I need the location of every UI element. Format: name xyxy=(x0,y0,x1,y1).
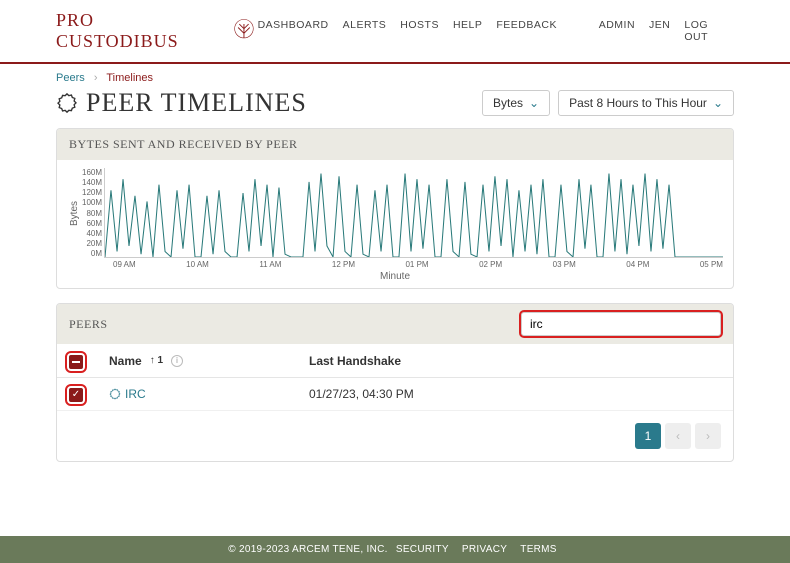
nav-feedback[interactable]: FEEDBACK xyxy=(496,19,557,43)
brand-logo[interactable]: PRO CUSTODIBUS xyxy=(56,10,258,52)
chevron-down-icon: ⌄ xyxy=(529,96,539,110)
footer-privacy[interactable]: PRIVACY xyxy=(462,544,507,555)
breadcrumb: Peers › Timelines xyxy=(0,64,790,88)
range-dropdown[interactable]: Past 8 Hours to This Hour⌄ xyxy=(558,90,734,116)
page-1[interactable]: 1 xyxy=(635,423,661,449)
page-prev: ‹ xyxy=(665,423,691,449)
chart-yticks: 160M140M120M100M80M60M40M20M0M xyxy=(82,168,104,258)
brand-text: PRO CUSTODIBUS xyxy=(56,10,222,52)
chart-xticks: 09 AM10 AM11 AM12 PM01 PM02 PM03 PM04 PM… xyxy=(113,260,723,269)
col-name-header[interactable]: Name↑ 1i xyxy=(109,354,309,368)
crumb-current: Timelines xyxy=(106,72,153,84)
nav-hosts[interactable]: HOSTS xyxy=(400,19,439,43)
footer-terms[interactable]: TERMS xyxy=(520,544,557,555)
nav-admin[interactable]: ADMIN xyxy=(599,19,635,43)
nav-alerts[interactable]: ALERTS xyxy=(343,19,387,43)
page-next: › xyxy=(695,423,721,449)
table-row: ✓ IRC 01/27/23, 04:30 PM xyxy=(57,378,733,411)
footer: © 2019-2023 ARCEM TENE, INC. SECURITY PR… xyxy=(0,536,790,563)
peer-link[interactable]: IRC xyxy=(109,387,146,401)
nav-dashboard[interactable]: DASHBOARD xyxy=(258,19,329,43)
chart-plot xyxy=(104,168,723,258)
crumb-peers[interactable]: Peers xyxy=(56,72,85,84)
tree-icon xyxy=(230,17,258,45)
metric-dropdown[interactable]: Bytes⌄ xyxy=(482,90,550,116)
nav-logout[interactable]: LOG OUT xyxy=(684,19,734,43)
chevron-right-icon: › xyxy=(94,72,98,84)
chart-xlabel: Minute xyxy=(67,271,723,282)
peers-title: PEERS xyxy=(69,317,108,332)
peers-search-input[interactable] xyxy=(521,312,721,336)
chevron-down-icon: ⌄ xyxy=(713,96,723,110)
nav-help[interactable]: HELP xyxy=(453,19,482,43)
footer-security[interactable]: SECURITY xyxy=(396,544,449,555)
select-all-checkbox[interactable] xyxy=(69,355,83,369)
col-handshake-header[interactable]: Last Handshake xyxy=(309,354,721,368)
nav-user[interactable]: JEN xyxy=(649,19,670,43)
chart-title: BYTES SENT AND RECEIVED BY PEER xyxy=(57,129,733,160)
gear-icon xyxy=(109,388,121,400)
chart-ylabel: Bytes xyxy=(67,168,82,258)
handshake-value: 01/27/23, 04:30 PM xyxy=(309,387,721,401)
sort-indicator: ↑ 1 xyxy=(150,355,163,366)
row-checkbox[interactable]: ✓ xyxy=(69,388,83,402)
gear-icon xyxy=(56,92,78,114)
page-title: PEER TIMELINES xyxy=(56,88,307,118)
info-icon[interactable]: i xyxy=(171,355,183,367)
